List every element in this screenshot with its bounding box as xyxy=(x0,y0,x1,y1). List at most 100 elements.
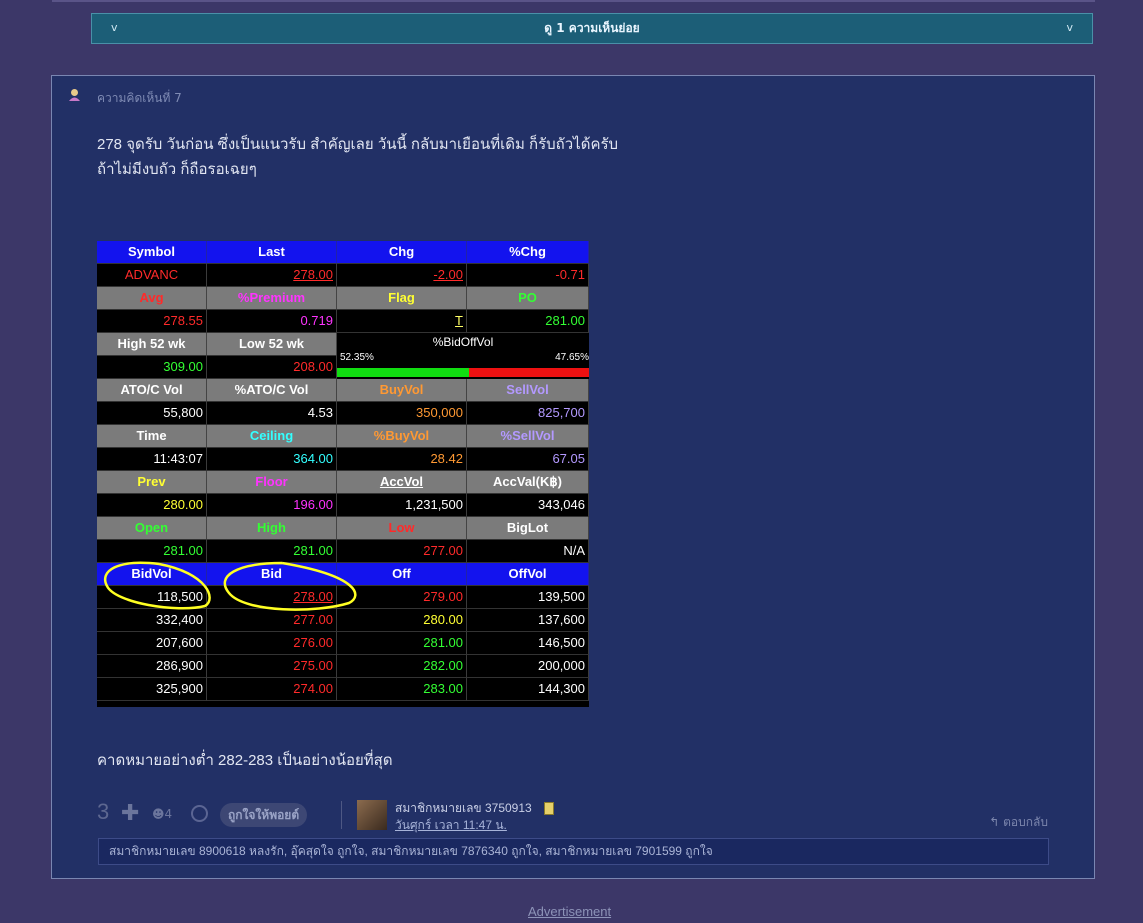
comment-body: 278 จุดรับ วันก่อน ซึ่งเป็นแนวรับ สำคัญเ… xyxy=(97,132,618,182)
quote-header-0-3: %Chg xyxy=(467,241,589,264)
quote-value-7-3: 825,700 xyxy=(467,402,589,425)
chevron-down-icon: v xyxy=(111,21,118,34)
quote-header-8-0: Time xyxy=(97,425,207,448)
top-divider xyxy=(52,0,1095,2)
quote-header-12-3: BigLot xyxy=(467,517,589,540)
quote-value-16-2: 280.00 xyxy=(337,609,467,632)
quote-value-3-1: 0.719 xyxy=(207,310,337,333)
quote-header-4-1: Low 52 wk xyxy=(207,333,337,356)
quote-value-11-3: 343,046 xyxy=(467,494,589,517)
quote-value-9-1: 364.00 xyxy=(207,448,337,471)
bidoffvol-panel: %BidOffVol 52.35% 47.65% xyxy=(337,333,589,378)
quote-header-6-1: %ATO/C Vol xyxy=(207,379,337,402)
reply-button[interactable]: ↰ ตอบกลับ xyxy=(989,813,1048,832)
quote-value-17-2: 281.00 xyxy=(337,632,467,655)
quote-header-2-3: PO xyxy=(467,287,589,310)
quote-value-19-1: 274.00 xyxy=(207,678,337,701)
quote-value-11-1: 196.00 xyxy=(207,494,337,517)
comment-card: ความคิดเห็นที่ 7 278 จุดรับ วันก่อน ซึ่ง… xyxy=(51,75,1095,879)
quote-value-5-0: 309.00 xyxy=(97,356,207,379)
comment-body-line: 278 จุดรับ วันก่อน ซึ่งเป็นแนวรับ สำคัญเ… xyxy=(97,136,619,153)
quote-value-3-3: 281.00 xyxy=(467,310,589,333)
quote-header-10-2: AccVol xyxy=(337,471,467,494)
like-give-points-button[interactable]: ถูกใจให้พอยต์ xyxy=(220,803,308,827)
comment-number: ความคิดเห็นที่ 7 xyxy=(97,91,182,105)
view-subcomments-label: ดู 1 ความเห็นย่อย xyxy=(544,21,640,35)
quote-value-9-2: 28.42 xyxy=(337,448,467,471)
comment-conclusion: คาดหมายอย่างต่ำ 282-283 เป็นอย่างน้อยที่… xyxy=(97,752,393,769)
bidoffvol-title: %BidOffVol xyxy=(432,335,494,349)
quote-value-19-3: 144,300 xyxy=(467,678,589,701)
points-icon[interactable] xyxy=(191,805,208,822)
quote-value-13-3: N/A xyxy=(467,540,589,563)
vote-count: 3 xyxy=(97,799,110,824)
advertisement-link[interactable]: Advertisement xyxy=(528,904,611,919)
quote-header-2-1: %Premium xyxy=(207,287,337,310)
quote-value-7-0: 55,800 xyxy=(97,402,207,425)
quote-value-9-0: 11:43:07 xyxy=(97,448,207,471)
avatar[interactable] xyxy=(357,800,387,830)
quote-value-5-1: 208.00 xyxy=(207,356,337,379)
quote-header-0-0: Symbol xyxy=(97,241,207,264)
quote-value-15-0: 118,500 xyxy=(97,586,207,609)
quote-header-2-0: Avg xyxy=(97,287,207,310)
quote-value-16-1: 277.00 xyxy=(207,609,337,632)
comment-body-line: ถ้าไม่มีงบถัว ก็ถือรอเฉยๆ xyxy=(97,161,257,178)
user-icon xyxy=(69,89,80,101)
quote-value-19-2: 283.00 xyxy=(337,678,467,701)
quote-header-8-2: %BuyVol xyxy=(337,425,467,448)
quote-header-8-3: %SellVol xyxy=(467,425,589,448)
quote-value-18-2: 282.00 xyxy=(337,655,467,678)
quote-value-13-1: 281.00 xyxy=(207,540,337,563)
emotion-count[interactable]: ☻4 xyxy=(152,807,172,821)
off-percent: 47.65% xyxy=(555,352,589,363)
quote-header-2-2: Flag xyxy=(337,287,467,310)
quote-value-17-1: 276.00 xyxy=(207,632,337,655)
stock-quote-image: %BidOffVol 52.35% 47.65% Symbol Last Chg %C… xyxy=(97,241,589,707)
quote-value-1-2: -2.00 xyxy=(337,264,467,287)
plus-icon[interactable]: ✚ xyxy=(121,803,141,825)
quote-value-1-1: 278.00 xyxy=(207,264,337,287)
quote-header-6-2: BuyVol xyxy=(337,379,467,402)
quote-header-0-2: Chg xyxy=(337,241,467,264)
quote-header-14-0: BidVol xyxy=(97,563,207,586)
quote-header-14-1: Bid xyxy=(207,563,337,586)
quote-header-10-0: Prev xyxy=(97,471,207,494)
quote-value-13-2: 277.00 xyxy=(337,540,467,563)
reply-label: ตอบกลับ xyxy=(1003,815,1048,829)
quote-header-10-1: Floor xyxy=(207,471,337,494)
quote-header-6-0: ATO/C Vol xyxy=(97,379,207,402)
quote-value-17-3: 146,500 xyxy=(467,632,589,655)
quote-header-8-1: Ceiling xyxy=(207,425,337,448)
quote-header-0-1: Last xyxy=(207,241,337,264)
quote-value-15-1: 278.00 xyxy=(207,586,337,609)
likers-list: สมาชิกหมายเลข 8900618 หลงรัก, อุ๊คสุดใจ … xyxy=(98,838,1049,865)
quote-value-19-0: 325,900 xyxy=(97,678,207,701)
quote-value-9-3: 67.05 xyxy=(467,448,589,471)
quote-value-7-2: 350,000 xyxy=(337,402,467,425)
quote-header-12-1: High xyxy=(207,517,337,540)
quote-header-4-0: High 52 wk xyxy=(97,333,207,356)
quote-value-16-0: 332,400 xyxy=(97,609,207,632)
bid-volume-fill xyxy=(337,368,469,377)
bidoffvol-bar xyxy=(337,368,589,377)
comment-timestamp[interactable]: วันศุกร์ เวลา 11:47 น. xyxy=(395,816,507,835)
chevron-down-icon: v xyxy=(1066,21,1073,34)
view-subcomments-bar[interactable]: v ดู 1 ความเห็นย่อย v xyxy=(91,13,1093,44)
quote-value-17-0: 207,600 xyxy=(97,632,207,655)
quote-value-11-2: 1,231,500 xyxy=(337,494,467,517)
quote-value-18-0: 286,900 xyxy=(97,655,207,678)
quote-value-11-0: 280.00 xyxy=(97,494,207,517)
quote-value-3-0: 278.55 xyxy=(97,310,207,333)
quote-value-18-1: 275.00 xyxy=(207,655,337,678)
quote-header-14-3: OffVol xyxy=(467,563,589,586)
quote-value-7-1: 4.53 xyxy=(207,402,337,425)
quote-value-18-3: 200,000 xyxy=(467,655,589,678)
quote-value-1-0: ADVANC xyxy=(97,264,207,287)
quote-value-15-3: 139,500 xyxy=(467,586,589,609)
quote-value-13-0: 281.00 xyxy=(97,540,207,563)
quote-header-12-2: Low xyxy=(337,517,467,540)
quote-value-1-3: -0.71 xyxy=(467,264,589,287)
quote-value-3-2: T xyxy=(337,310,467,333)
quote-header-10-3: AccVal(K฿) xyxy=(467,471,589,494)
